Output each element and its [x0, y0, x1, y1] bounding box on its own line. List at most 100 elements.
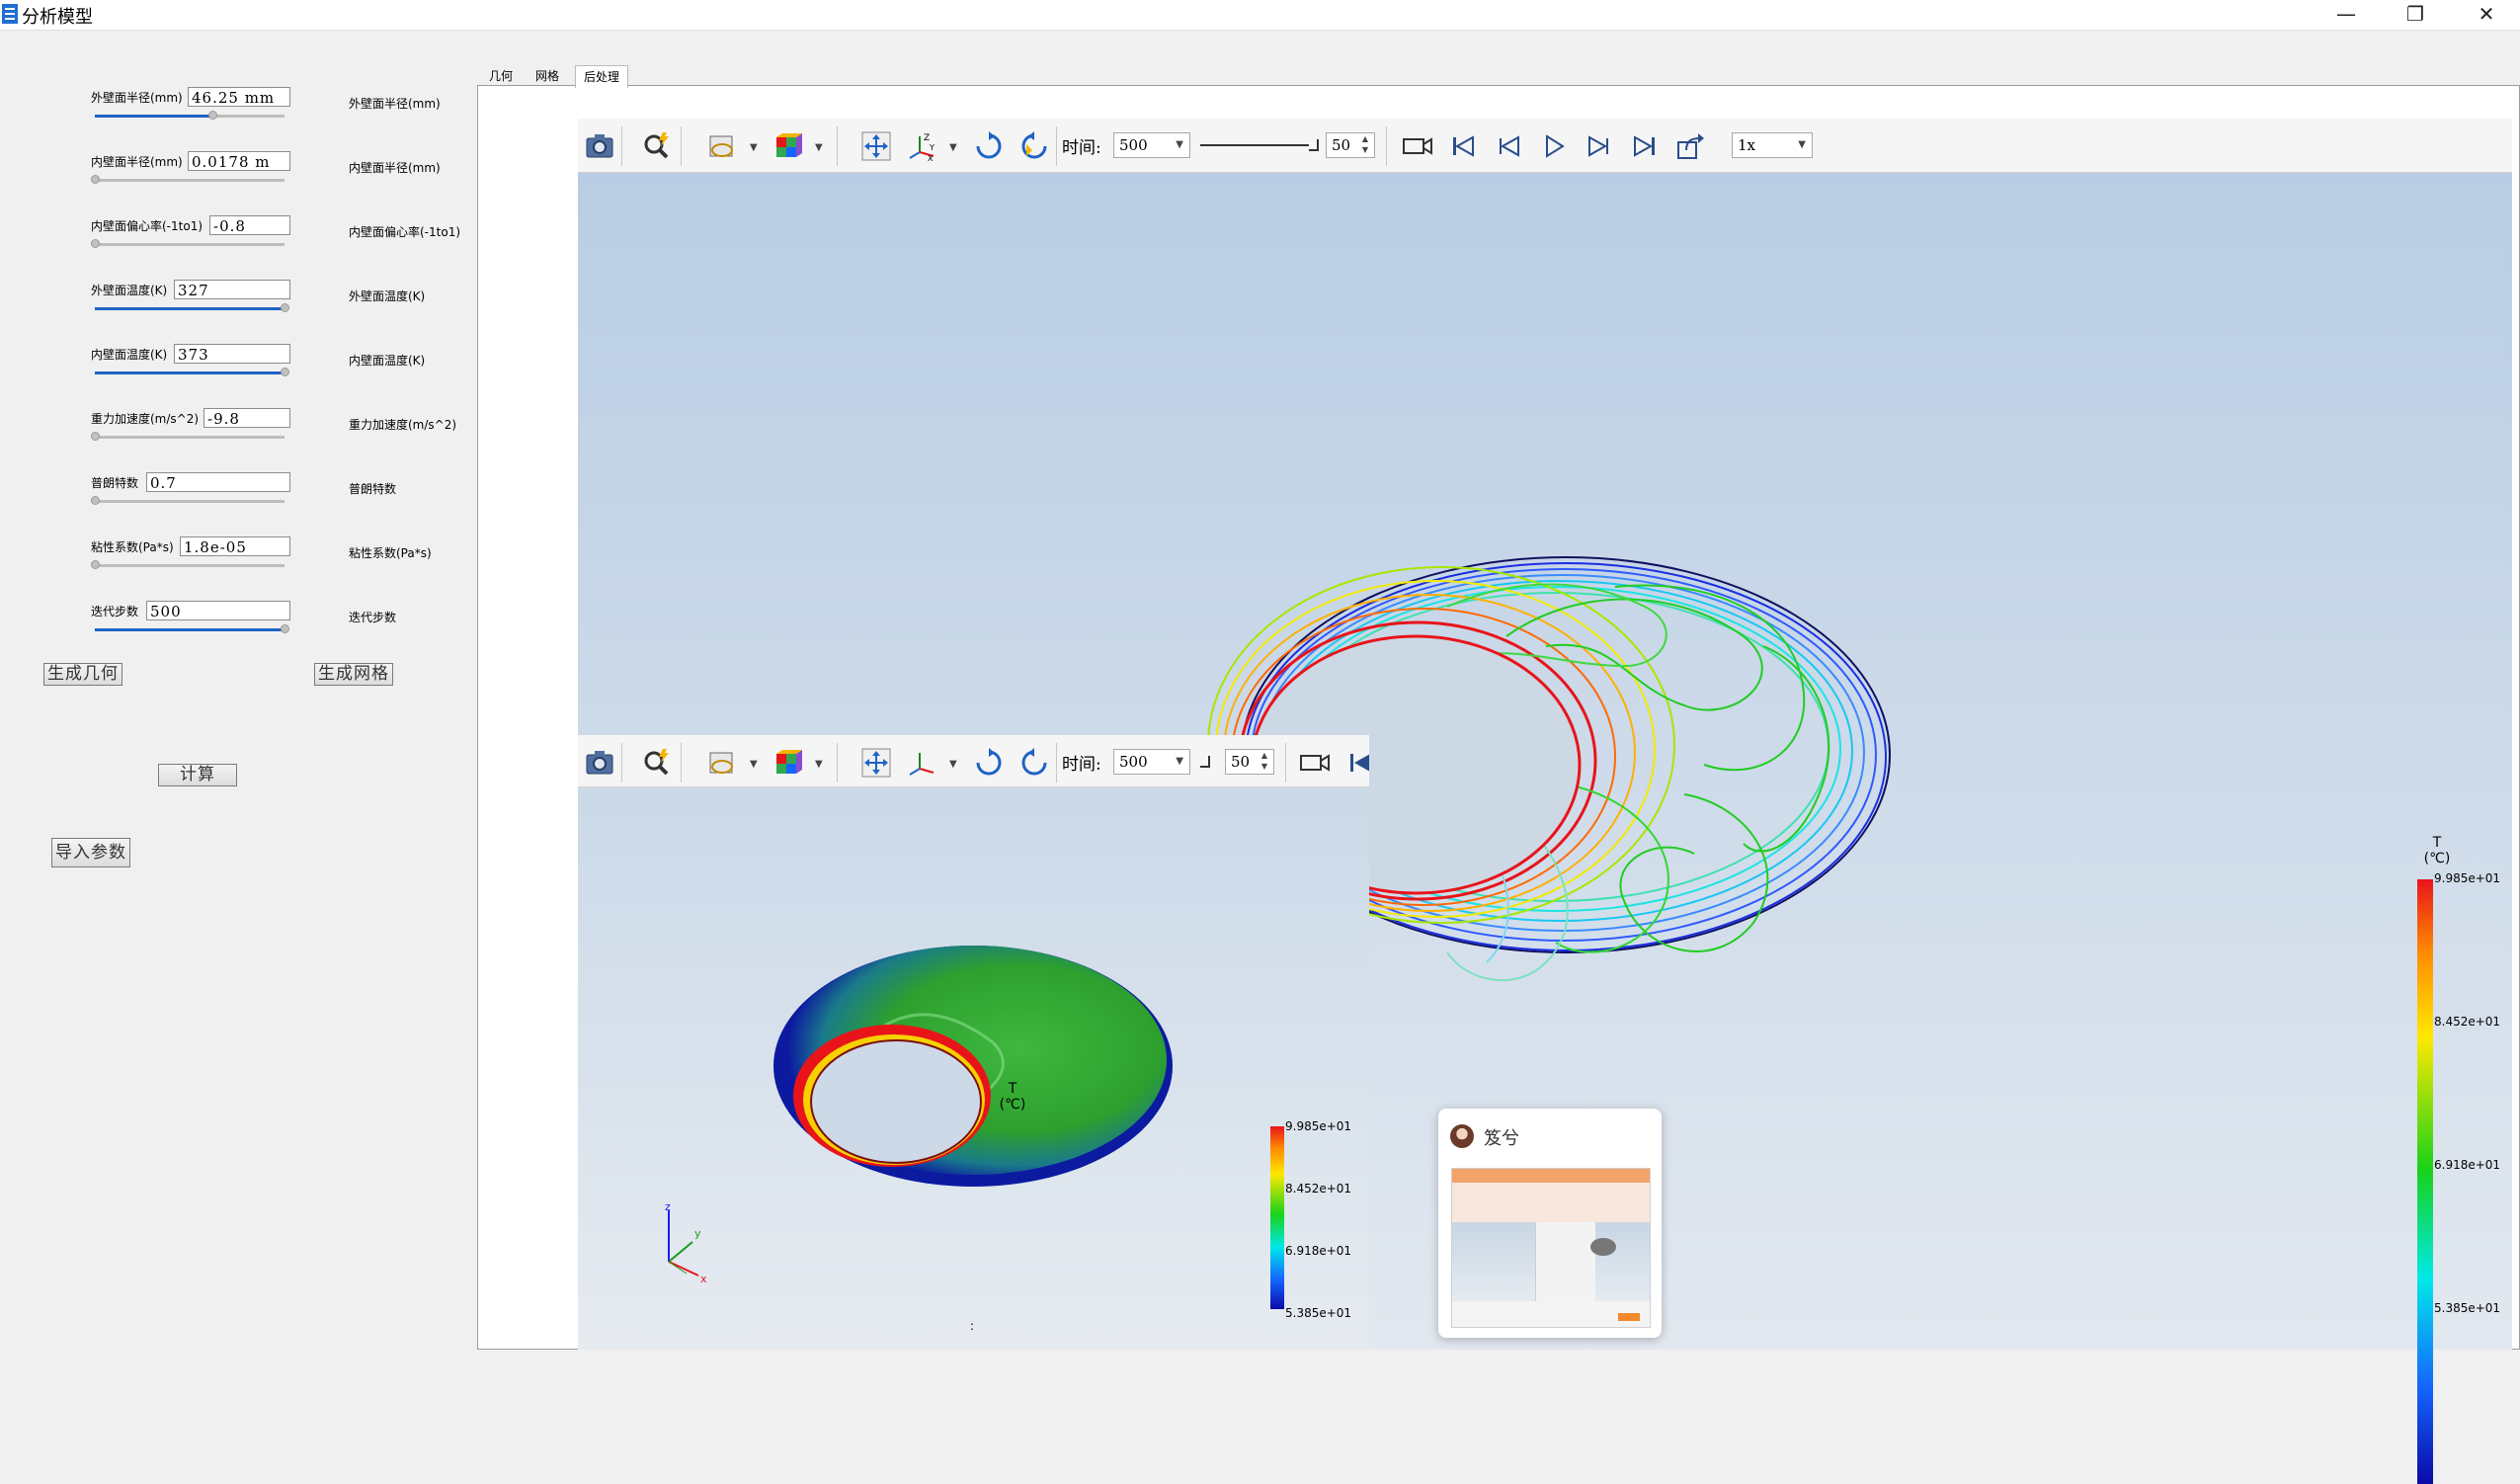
param-slider[interactable]	[95, 368, 289, 376]
display-mode-icon[interactable]	[706, 130, 738, 162]
inset-step-spinbox[interactable]: 50 ▲ ▼	[1225, 749, 1274, 775]
compute-button[interactable]: 计算	[158, 764, 237, 786]
import-params-button[interactable]: 导入参数	[51, 838, 130, 867]
param-slider-handle[interactable]	[281, 368, 289, 376]
app-preview-popup[interactable]: 笈兮	[1438, 1109, 1662, 1338]
axes-caret-icon[interactable]: ▼	[949, 142, 957, 153]
color-cube-caret-icon[interactable]: ▼	[815, 142, 823, 153]
inset-axes-icon[interactable]	[906, 747, 937, 779]
legend-label-max: 9.985e+01	[2434, 871, 2501, 885]
inset-time-select[interactable]: 500 ▼	[1113, 749, 1190, 775]
param-slider-handle[interactable]	[91, 239, 100, 248]
last-frame-icon[interactable]	[1629, 130, 1661, 162]
inset-display-mode-icon[interactable]	[706, 747, 738, 779]
inset-color-cube-icon[interactable]	[772, 747, 803, 779]
param-slider[interactable]	[91, 496, 285, 505]
param-slider[interactable]	[91, 239, 285, 248]
app-icon	[2, 4, 18, 24]
svg-text:Z: Z	[924, 133, 930, 143]
speed-select[interactable]: 1x ▼	[1732, 132, 1813, 158]
param-slider-handle[interactable]	[91, 496, 100, 505]
time-slider-track[interactable]	[1200, 144, 1309, 146]
param-label: 迭代步数	[91, 605, 139, 618]
inset-spin-arrows-icon[interactable]: ▲ ▼	[1261, 750, 1267, 772]
param-slider-handle[interactable]	[91, 560, 100, 569]
zoom-icon[interactable]	[641, 130, 673, 162]
spin-arrows-icon[interactable]: ▲ ▼	[1362, 133, 1368, 155]
param-input[interactable]: 46.25 mm	[188, 87, 290, 107]
rotate-ccw-icon[interactable]	[1018, 130, 1050, 162]
first-frame-icon[interactable]	[1447, 130, 1479, 162]
svg-text:X: X	[928, 154, 934, 162]
param-slider[interactable]	[95, 624, 289, 633]
time-slider-handle[interactable]	[1309, 139, 1319, 151]
inset-time-slider-handle[interactable]	[1200, 756, 1210, 768]
inset-axes-caret-icon[interactable]: ▼	[949, 759, 957, 770]
inset-record-video-icon[interactable]	[1299, 747, 1331, 779]
preview-thumbnail[interactable]	[1451, 1168, 1651, 1328]
axis-y-label: y	[694, 1227, 701, 1240]
param-slider[interactable]	[91, 432, 285, 441]
play-icon[interactable]	[1538, 130, 1570, 162]
param-input[interactable]: -9.8	[203, 408, 290, 428]
inset-legend-title-symbol: T	[1008, 1081, 1017, 1097]
prev-frame-icon[interactable]	[1493, 130, 1524, 162]
generate-mesh-button[interactable]: 生成网格	[314, 663, 393, 686]
param-input[interactable]: 0.0178 m	[188, 151, 290, 171]
param-slider-handle[interactable]	[281, 303, 289, 312]
param-input[interactable]: 327	[174, 280, 290, 299]
param-input[interactable]: 373	[174, 344, 290, 364]
next-frame-icon[interactable]	[1584, 130, 1615, 162]
axes-orientation-icon[interactable]: Z Y X	[906, 130, 937, 162]
inset-zoom-icon[interactable]	[641, 747, 673, 779]
param-input[interactable]: -0.8	[209, 215, 290, 235]
param-label: 外壁面半径(mm)	[91, 91, 183, 105]
pan-icon[interactable]	[860, 130, 892, 162]
tab-geometry[interactable]: 几何	[482, 65, 520, 87]
inset-rotate-ccw-icon[interactable]	[1018, 747, 1050, 779]
param-slider-handle[interactable]	[281, 624, 289, 633]
tab-mesh[interactable]: 网格	[528, 65, 567, 87]
display-mode-caret-icon[interactable]: ▼	[750, 142, 758, 153]
inset-rotate-cw-icon[interactable]	[973, 747, 1005, 779]
legend-title-unit: (℃)	[2423, 851, 2451, 866]
tab-postprocess[interactable]: 后处理	[575, 65, 628, 88]
param-value-label: 重力加速度(m/s^2)	[349, 418, 457, 432]
param-slider[interactable]	[95, 303, 289, 312]
speed-select-value: 1x	[1738, 136, 1756, 154]
param-slider-handle[interactable]	[91, 432, 100, 441]
record-video-icon[interactable]	[1402, 130, 1433, 162]
inset-camera-icon[interactable]	[584, 747, 615, 779]
param-slider-fill	[95, 628, 285, 631]
color-cube-icon[interactable]	[772, 130, 803, 162]
inset-color-cube-caret-icon[interactable]: ▼	[815, 759, 823, 770]
inset-viewport[interactable]: z y x T (℃) 9.985e+01 8.452e+01 6.918e+0…	[578, 785, 1369, 1350]
inset-display-caret-icon[interactable]: ▼	[750, 759, 758, 770]
param-slider[interactable]	[91, 175, 285, 184]
camera-icon[interactable]	[584, 130, 615, 162]
param-slider[interactable]	[91, 560, 285, 569]
param-slider-handle[interactable]	[208, 111, 218, 120]
inset-pan-icon[interactable]	[860, 747, 892, 779]
status-text: :	[970, 1319, 975, 1333]
param-input[interactable]: 1.8e-05	[180, 536, 290, 556]
param-slider[interactable]	[95, 111, 285, 120]
step-spinbox[interactable]: 50 ▲ ▼	[1326, 132, 1375, 158]
param-value-label: 内壁面半径(mm)	[349, 161, 441, 175]
param-input[interactable]: 0.7	[146, 472, 290, 492]
param-label: 外壁面温度(K)	[91, 284, 168, 297]
param-value-label: 迭代步数	[349, 611, 397, 624]
close-button[interactable]: ✕	[2457, 0, 2516, 30]
export-icon[interactable]	[1674, 130, 1706, 162]
minimize-button[interactable]: —	[2317, 0, 2376, 30]
param-input[interactable]: 500	[146, 601, 290, 620]
inset-first-frame-icon[interactable]	[1344, 747, 1369, 779]
rotate-cw-icon[interactable]	[973, 130, 1005, 162]
legend-label-3: 6.918e+01	[2434, 1158, 2501, 1172]
param-slider-handle[interactable]	[91, 175, 100, 184]
legend-title-symbol: T	[2432, 835, 2442, 851]
svg-text:Y: Y	[929, 143, 935, 152]
maximize-button[interactable]: ❐	[2386, 0, 2445, 30]
time-select[interactable]: 500 ▼	[1113, 132, 1190, 158]
generate-geometry-button[interactable]: 生成几何	[43, 663, 122, 686]
